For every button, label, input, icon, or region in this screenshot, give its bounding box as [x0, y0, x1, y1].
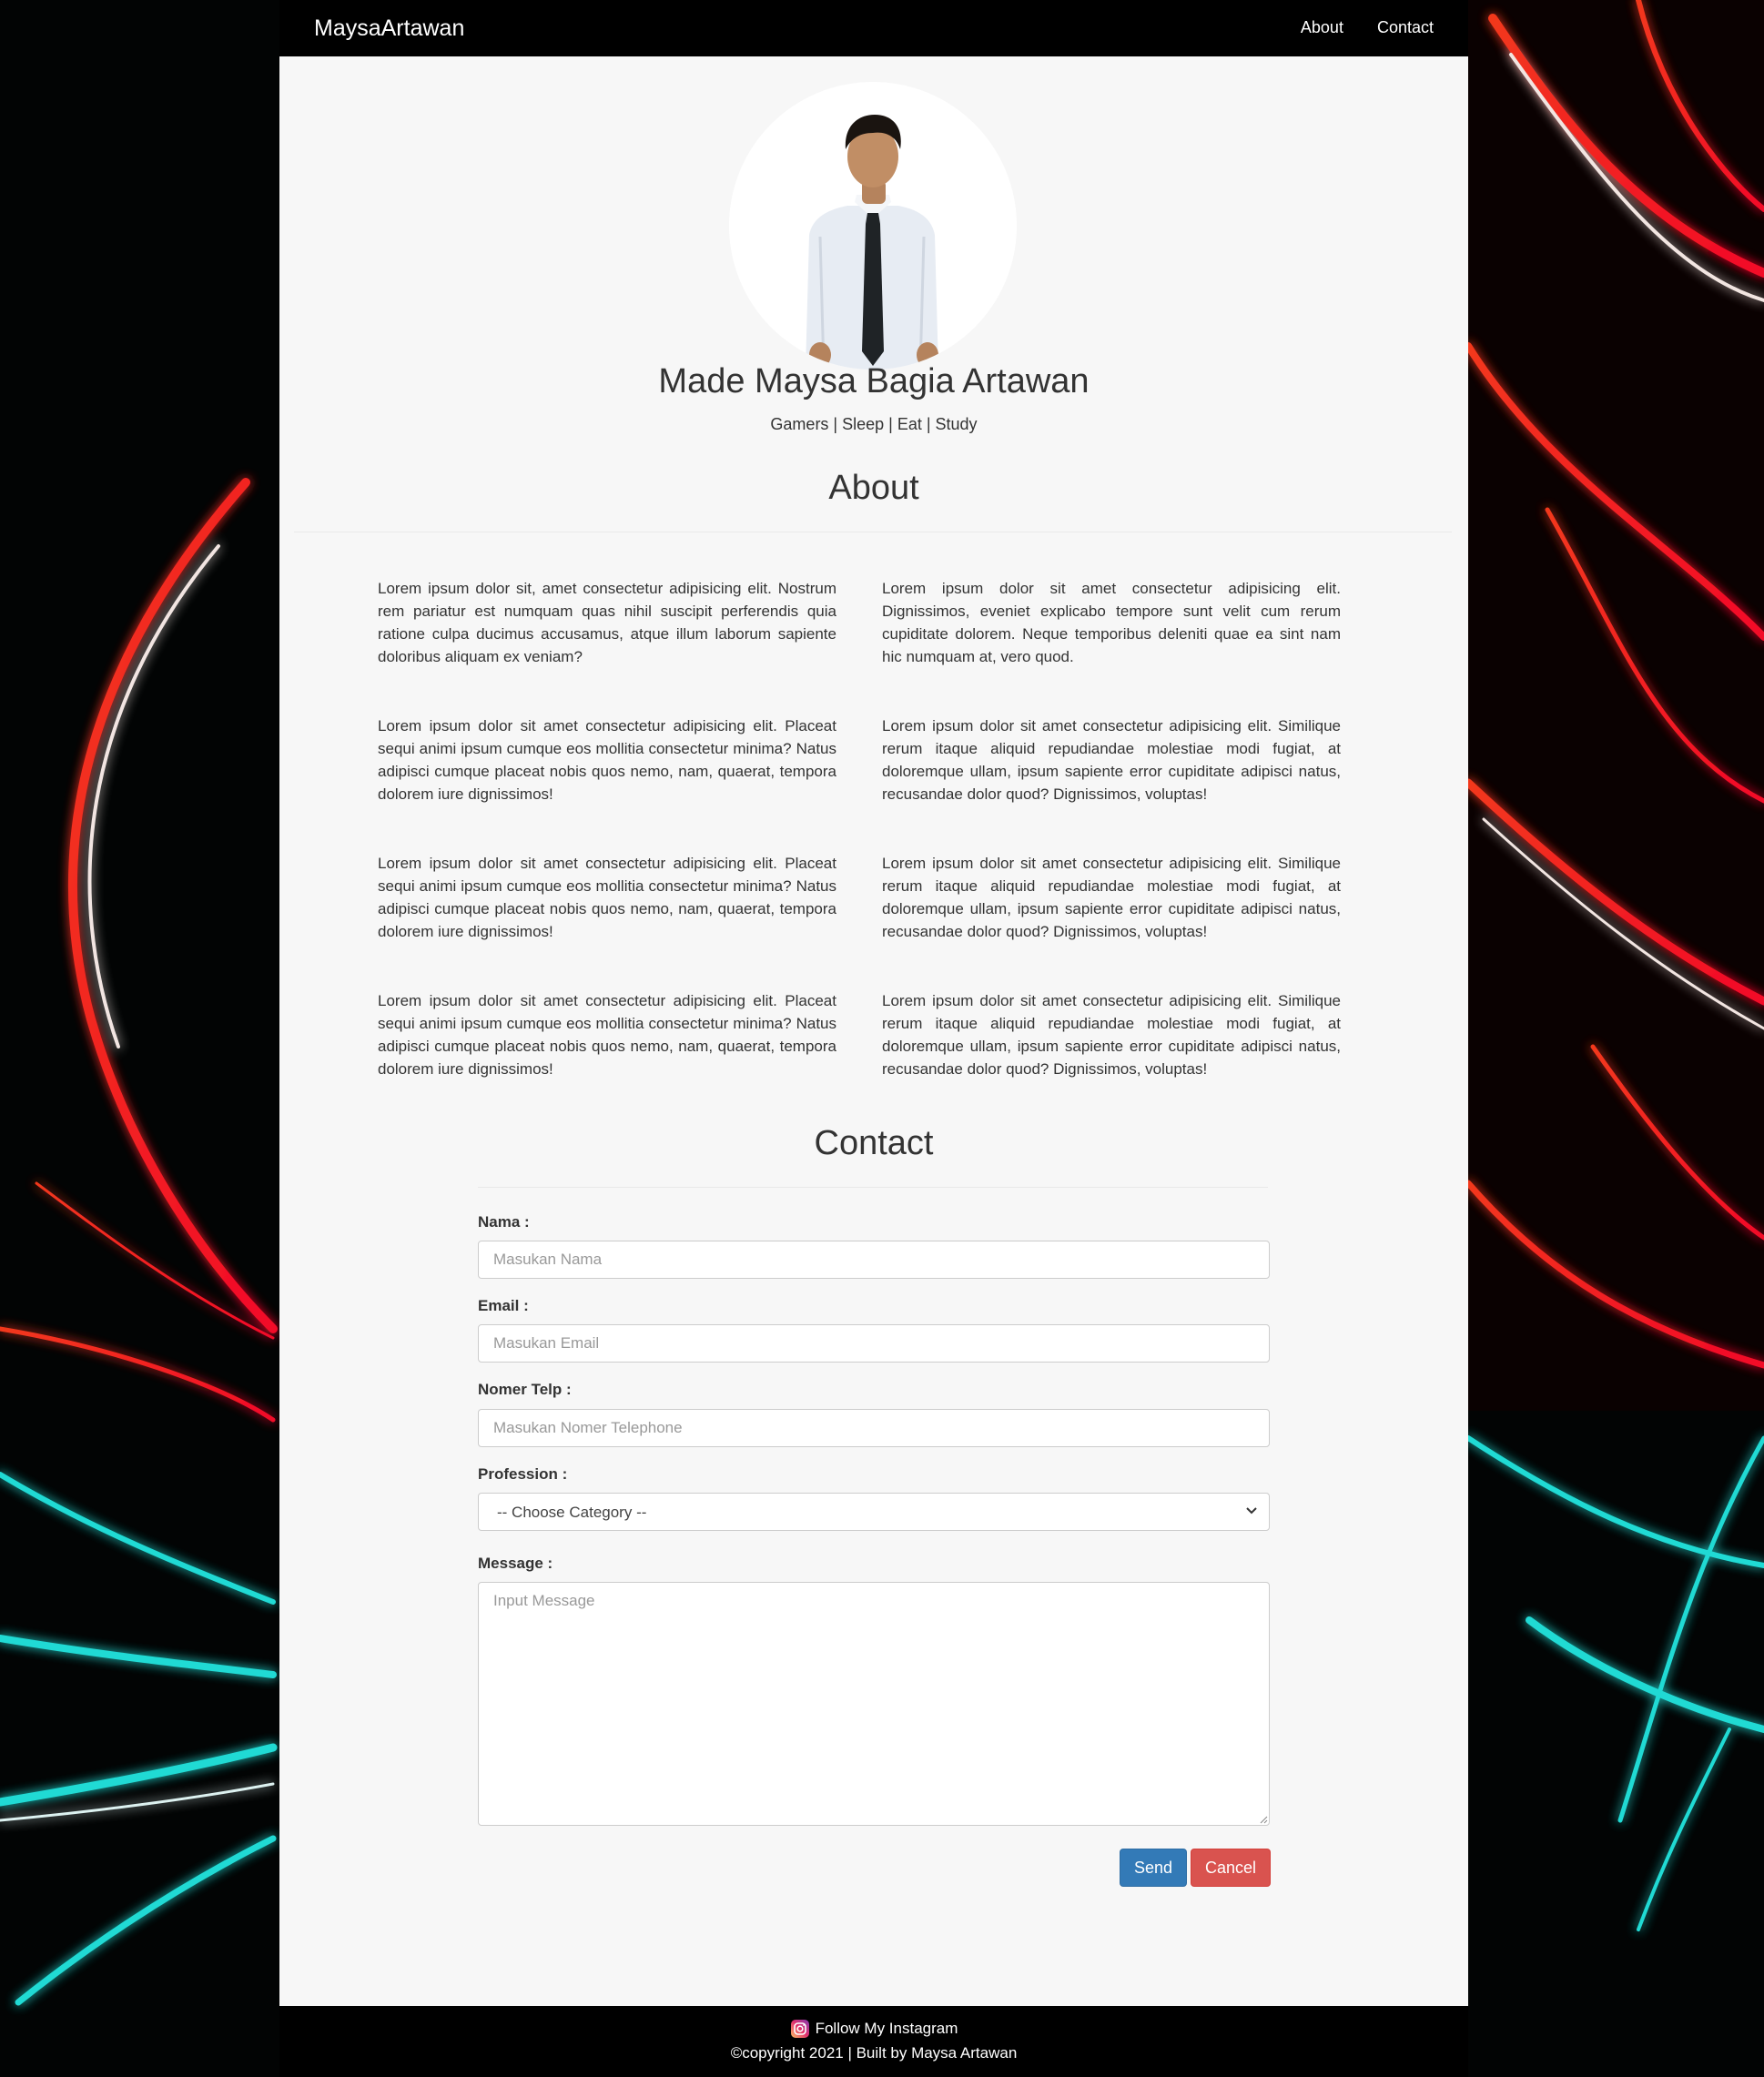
profile-photo — [729, 82, 1017, 370]
profile-tagline: Gamers | Sleep | Eat | Study — [770, 415, 978, 433]
copyright-text: ©copyright 2021 | Built by Maysa Artawan — [730, 2044, 1018, 2062]
about-paragraph: Lorem ipsum dolor sit amet consectetur a… — [882, 580, 1341, 665]
instagram-link[interactable]: Follow My Instagram — [279, 2019, 1468, 2039]
about-paragraph: Lorem ipsum dolor sit, amet consectetur … — [378, 580, 836, 665]
footer: Follow My Instagram ©copyright 2021 | Bu… — [279, 2006, 1468, 2077]
about-paragraph: Lorem ipsum dolor sit amet consectetur a… — [882, 717, 1341, 803]
message-wrapper — [478, 1582, 1270, 1826]
about-paragraph: Lorem ipsum dolor sit amet consectetur a… — [378, 717, 836, 803]
about-paragraph: Lorem ipsum dolor sit amet consectetur a… — [378, 855, 836, 940]
email-label: Email : — [478, 1297, 529, 1314]
nama-label: Nama : — [478, 1213, 530, 1231]
about-paragraph: Lorem ipsum dolor sit amet consectetur a… — [378, 992, 836, 1078]
nav-contact-link[interactable]: Contact — [1377, 18, 1434, 37]
profile-name: Made Maysa Bagia Artawan — [658, 362, 1090, 400]
about-heading: About — [828, 469, 919, 507]
main-panel: Made Maysa Bagia Artawan Gamers | Sleep … — [279, 56, 1468, 2006]
about-paragraph: Lorem ipsum dolor sit amet consectetur a… — [882, 855, 1341, 940]
send-button[interactable]: Send — [1120, 1849, 1187, 1887]
about-paragraph: Lorem ipsum dolor sit amet consectetur a… — [882, 992, 1341, 1078]
chevron-down-icon — [1246, 1507, 1257, 1515]
profession-label: Profession : — [478, 1465, 568, 1483]
message-textarea[interactable] — [478, 1582, 1270, 1826]
contact-divider — [478, 1187, 1268, 1188]
navbar: MaysaArtawan About Contact — [279, 0, 1468, 56]
contact-heading: Contact — [814, 1124, 934, 1162]
instagram-icon — [790, 2020, 809, 2038]
nav-links: About Contact — [1301, 18, 1434, 37]
nav-about-link[interactable]: About — [1301, 18, 1343, 37]
telp-label: Nomer Telp : — [478, 1381, 572, 1398]
person-illustration — [729, 82, 1017, 370]
nama-input[interactable] — [478, 1241, 1270, 1279]
profession-select[interactable]: -- Choose Category -- — [478, 1493, 1270, 1531]
message-label: Message : — [478, 1555, 553, 1572]
resize-handle-icon[interactable] — [1259, 1815, 1268, 1824]
cancel-button[interactable]: Cancel — [1191, 1849, 1271, 1887]
telp-input[interactable] — [478, 1409, 1270, 1447]
brand-link[interactable]: MaysaArtawan — [314, 15, 464, 42]
profession-selected-value: -- Choose Category -- — [497, 1504, 647, 1521]
instagram-text: Follow My Instagram — [815, 2020, 958, 2037]
email-input[interactable] — [478, 1324, 1270, 1363]
